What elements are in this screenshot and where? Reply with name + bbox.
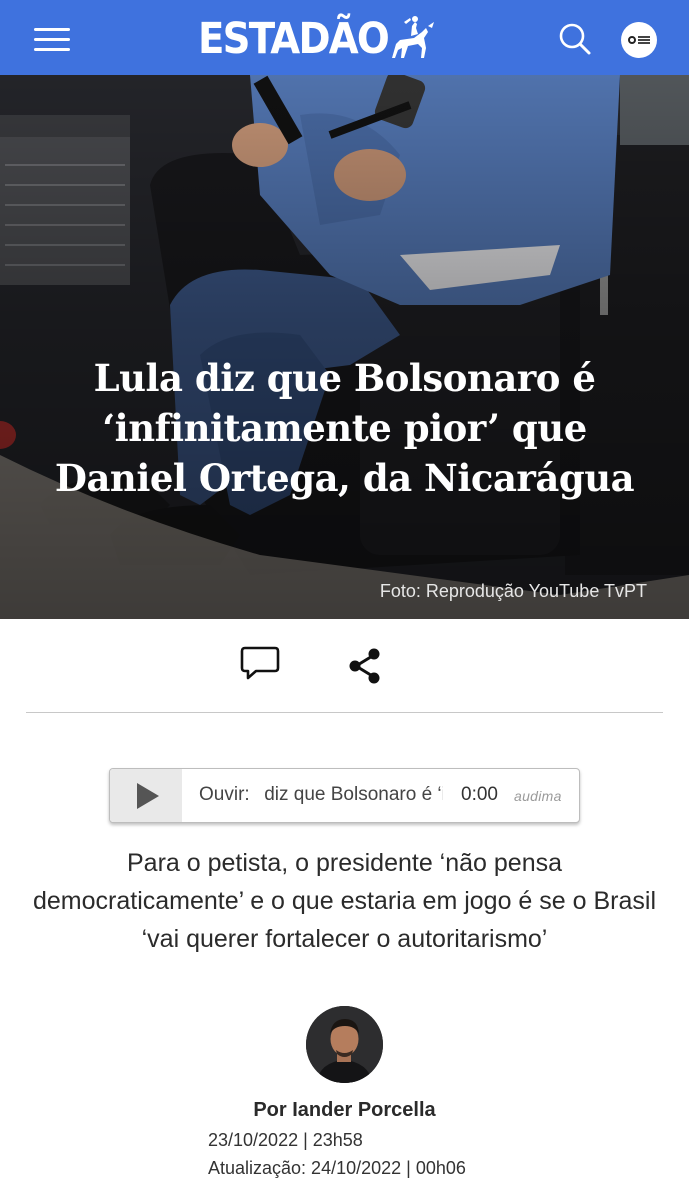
audio-title-marquee: Lula diz que Bolsonaro é ‘infinitamente … <box>265 784 443 808</box>
audima-brand-logo[interactable]: audima <box>514 788 562 804</box>
update-date: Atualização: 24/10/2022 | 00h06 <box>208 1158 466 1178</box>
section-divider <box>26 712 663 713</box>
comment-icon[interactable] <box>240 645 280 681</box>
article-actions <box>0 619 689 713</box>
logo-text: ESTADÃO <box>198 14 390 64</box>
audio-listen-label: Ouvir: <box>199 784 250 805</box>
hamburger-menu-icon[interactable] <box>34 28 70 52</box>
audio-title: Lula diz que Bolsonaro é ‘infinitamente … <box>265 784 443 805</box>
author-avatar[interactable] <box>306 1006 383 1083</box>
article-headline: Lula diz que Bolsonaro é ‘infinitamente … <box>54 356 635 500</box>
play-icon[interactable] <box>110 769 182 822</box>
site-header: ESTADÃO <box>0 0 689 75</box>
horse-rider-logo-icon <box>392 16 434 58</box>
share-icon[interactable] <box>347 647 383 685</box>
hero-gradient-overlay <box>0 75 689 619</box>
hero-image: Lula diz que Bolsonaro é ‘infinitamente … <box>0 75 689 619</box>
audio-player: Ouvir: Lula diz que Bolsonaro é ‘infinit… <box>109 768 580 823</box>
estadao-logo[interactable]: ESTADÃO <box>198 14 434 64</box>
audio-time: 0:00 <box>461 784 498 805</box>
search-icon[interactable] <box>558 22 592 56</box>
photo-credit: Foto: Reprodução YouTube TvPT <box>379 581 647 601</box>
profile-icon[interactable] <box>621 22 657 58</box>
article-subtitle: Para o petista, o presidente ‘não pensa … <box>32 849 656 953</box>
publish-date: 23/10/2022 | 23h58 <box>208 1130 363 1150</box>
author-byline[interactable]: Por Iander Porcella <box>0 1099 689 1122</box>
